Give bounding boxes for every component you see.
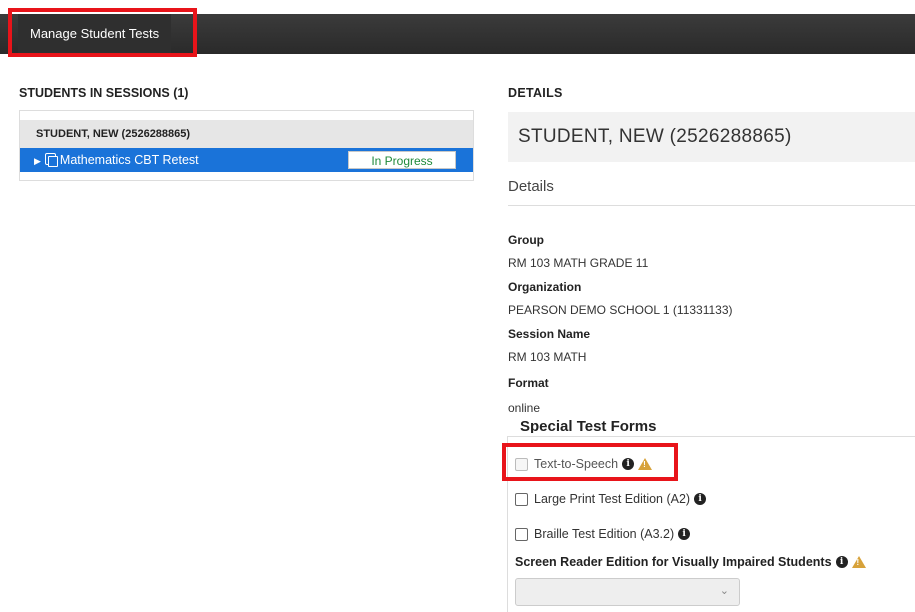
group-label: Group bbox=[508, 233, 544, 247]
large-print-option[interactable]: Large Print Test Edition (A2) i bbox=[515, 492, 707, 506]
info-icon[interactable]: i bbox=[694, 493, 707, 505]
format-label: Format bbox=[508, 376, 549, 390]
caret-right-icon[interactable]: ▶ bbox=[34, 156, 41, 166]
format-value: online bbox=[508, 401, 541, 415]
highlight-box-manage-tab bbox=[8, 8, 197, 57]
organization-value: PEARSON DEMO SCHOOL 1 (11331133) bbox=[508, 303, 733, 317]
student-title: STUDENT, NEW (2526288865) bbox=[508, 112, 915, 162]
braille-option[interactable]: Braille Test Edition (A3.2) i bbox=[515, 527, 691, 541]
copy-document-icon bbox=[44, 153, 58, 167]
organization-label: Organization bbox=[508, 280, 582, 294]
large-print-checkbox[interactable] bbox=[515, 492, 528, 506]
status-badge: In Progress bbox=[348, 151, 456, 169]
details-subheading: Details bbox=[508, 178, 554, 195]
test-name: Mathematics CBT Retest bbox=[59, 153, 199, 167]
screen-reader-edition-field: Screen Reader Edition for Visually Impai… bbox=[515, 555, 866, 569]
special-test-forms-legend: Special Test Forms bbox=[520, 418, 657, 433]
screen-reader-label: Screen Reader Edition for Visually Impai… bbox=[515, 555, 832, 569]
session-name-label: Session Name bbox=[508, 327, 591, 341]
test-row-selected[interactable]: ▶ Mathematics CBT Retest In Progress bbox=[20, 148, 473, 172]
braille-checkbox[interactable] bbox=[515, 527, 528, 541]
details-heading: DETAILS bbox=[508, 86, 563, 100]
students-panel: STUDENT, NEW (2526288865) ▶ Mathematics C… bbox=[19, 110, 474, 181]
chevron-down-icon: ⌄ bbox=[719, 585, 729, 597]
divider bbox=[508, 205, 915, 206]
screen-reader-select[interactable]: ⌄ bbox=[515, 578, 740, 606]
student-row[interactable]: STUDENT, NEW (2526288865) bbox=[20, 120, 473, 148]
info-icon[interactable]: i bbox=[678, 528, 691, 540]
students-in-sessions-heading: STUDENTS IN SESSIONS (1) bbox=[19, 86, 189, 100]
large-print-label[interactable]: Large Print Test Edition (A2) bbox=[534, 492, 690, 506]
session-name-value: RM 103 MATH bbox=[508, 350, 587, 364]
group-value: RM 103 MATH GRADE 11 bbox=[508, 256, 649, 270]
info-icon[interactable]: i bbox=[835, 556, 848, 568]
highlight-box-text-to-speech bbox=[502, 443, 678, 481]
braille-label[interactable]: Braille Test Edition (A3.2) bbox=[534, 527, 674, 541]
warning-icon[interactable]: ! bbox=[851, 556, 866, 568]
